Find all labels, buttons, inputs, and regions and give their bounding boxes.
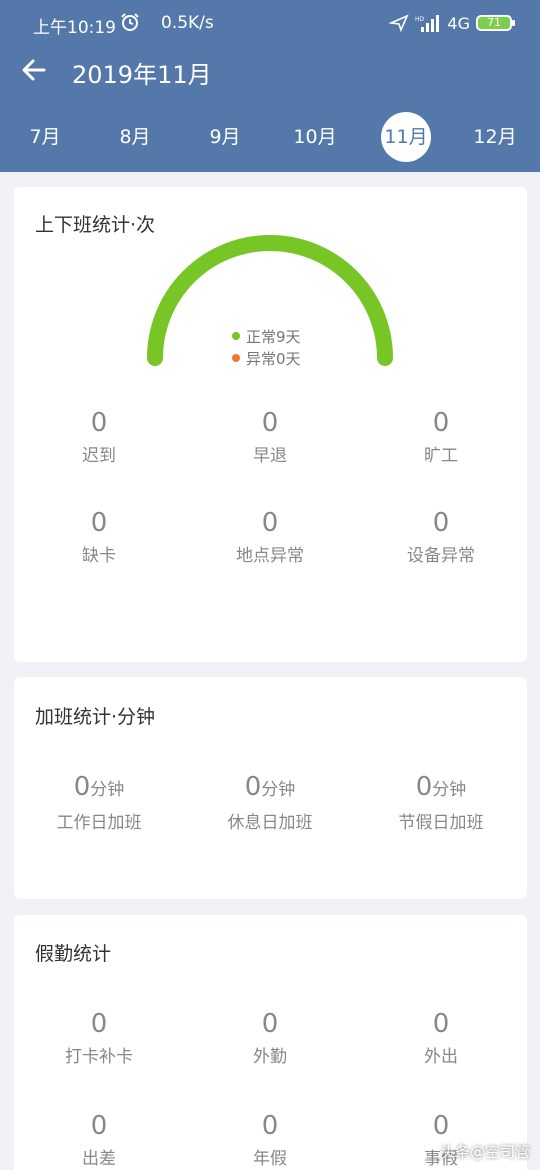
stat-value: 0 — [415, 772, 433, 802]
stat-label: 外勤 — [253, 1047, 287, 1067]
stat-value: 0 — [261, 508, 279, 538]
stat-absent[interactable]: 0 旷工 — [361, 409, 521, 466]
normal-dot-icon — [232, 332, 240, 340]
stat-label: 旷工 — [424, 446, 458, 466]
stat-value: 0 — [432, 408, 450, 438]
stat-restday-overtime[interactable]: 0分钟 休息日加班 — [190, 773, 350, 833]
leave-card: 假勤统计 0 打卡补卡 0 外勤 0 外出 0 出差 0 年假 0 事假 — [14, 915, 527, 1170]
app-header: 上午10:19 0.5K/s HD 4G 71 2019年11月 7月 8月 9… — [0, 0, 540, 172]
tab-month-8[interactable]: 8月 — [110, 112, 160, 162]
stat-value: 0 — [432, 1111, 450, 1141]
network-type: 4G — [447, 13, 470, 33]
stat-value: 0 — [90, 1111, 108, 1141]
stat-label: 迟到 — [82, 446, 116, 466]
legend-abnormal-label: 异常0天 — [246, 350, 301, 368]
stat-early-leave[interactable]: 0 早退 — [190, 409, 350, 466]
legend-normal: 正常9天 — [232, 326, 301, 348]
stat-value: 0 — [432, 508, 450, 538]
stat-label: 缺卡 — [82, 546, 116, 566]
stat-label: 年假 — [253, 1149, 287, 1169]
stat-value: 0 — [90, 408, 108, 438]
alarm-clock-icon — [121, 13, 139, 31]
watermark: 头条@空司管 — [439, 1143, 530, 1161]
tab-month-7[interactable]: 7月 — [20, 112, 70, 162]
stat-device-error[interactable]: 0 设备异常 — [361, 509, 521, 566]
month-tabs: 7月 8月 9月 10月 11月 12月 — [0, 112, 540, 164]
stat-value-wrap: 0分钟 — [361, 773, 521, 804]
overtime-title: 加班统计·分钟 — [35, 706, 156, 728]
status-indicators: HD 4G 71 — [389, 12, 515, 34]
stat-business-trip[interactable]: 0 出差 — [19, 1112, 179, 1169]
stat-label: 出差 — [82, 1149, 116, 1169]
stat-value: 0 — [90, 508, 108, 538]
status-time: 上午10:19 — [33, 18, 116, 38]
stat-unit: 分钟 — [90, 780, 125, 800]
tab-month-9[interactable]: 9月 — [200, 112, 250, 162]
stat-label: 休息日加班 — [227, 813, 313, 833]
svg-text:HD: HD — [415, 16, 425, 23]
battery-level: 71 — [487, 16, 501, 29]
stat-workday-overtime[interactable]: 0分钟 工作日加班 — [19, 773, 179, 833]
stat-label: 节假日加班 — [398, 813, 484, 833]
abnormal-dot-icon — [232, 354, 240, 362]
stat-missed-punch[interactable]: 0 缺卡 — [19, 509, 179, 566]
stat-location-error[interactable]: 0 地点异常 — [190, 509, 350, 566]
stat-label: 设备异常 — [407, 546, 475, 566]
stat-annual-leave[interactable]: 0 年假 — [190, 1112, 350, 1169]
leave-title: 假勤统计 — [35, 943, 112, 965]
stat-late[interactable]: 0 迟到 — [19, 409, 179, 466]
stat-value: 0 — [261, 408, 279, 438]
attendance-title: 上下班统计·次 — [35, 214, 156, 236]
gauge-legend: 正常9天 异常0天 — [232, 326, 301, 370]
stat-field-work[interactable]: 0 外勤 — [190, 1010, 350, 1067]
stat-unit: 分钟 — [432, 780, 467, 800]
network-speed: 0.5K/s — [161, 13, 214, 33]
stat-value: 0 — [244, 772, 262, 802]
stat-value: 0 — [90, 1009, 108, 1039]
stat-label: 早退 — [253, 446, 287, 466]
tab-month-10[interactable]: 10月 — [290, 112, 340, 162]
battery-icon: 71 — [476, 15, 515, 31]
stat-going-out[interactable]: 0 外出 — [361, 1010, 521, 1067]
status-bar: 上午10:19 0.5K/s HD 4G 71 — [0, 0, 540, 46]
stat-value: 0 — [261, 1009, 279, 1039]
stat-unit: 分钟 — [261, 780, 296, 800]
stat-value: 0 — [432, 1009, 450, 1039]
location-arrow-icon — [389, 14, 409, 32]
stat-label: 地点异常 — [236, 546, 304, 566]
stat-label: 工作日加班 — [56, 813, 142, 833]
stat-holiday-overtime[interactable]: 0分钟 节假日加班 — [361, 773, 521, 833]
signal-icon: HD — [415, 15, 440, 32]
stat-value-wrap: 0分钟 — [19, 773, 179, 804]
legend-abnormal: 异常0天 — [232, 348, 301, 370]
overtime-card: 加班统计·分钟 0分钟 工作日加班 0分钟 休息日加班 0分钟 节假日加班 — [14, 677, 527, 899]
legend-normal-label: 正常9天 — [246, 328, 301, 346]
stat-value: 0 — [73, 772, 91, 802]
page-title: 2019年11月 — [72, 61, 212, 89]
stat-label: 打卡补卡 — [65, 1047, 133, 1067]
stat-value-wrap: 0分钟 — [190, 773, 350, 804]
stat-label: 外出 — [424, 1047, 458, 1067]
tab-month-11[interactable]: 11月 — [381, 112, 431, 162]
attendance-card: 上下班统计·次 正常9天 异常0天 0 迟到 0 早退 0 旷工 0 缺卡 0 … — [14, 187, 527, 662]
back-arrow-icon[interactable] — [20, 56, 48, 84]
stat-value: 0 — [261, 1111, 279, 1141]
tab-month-12[interactable]: 12月 — [470, 112, 520, 162]
stat-punch-correction[interactable]: 0 打卡补卡 — [19, 1010, 179, 1067]
